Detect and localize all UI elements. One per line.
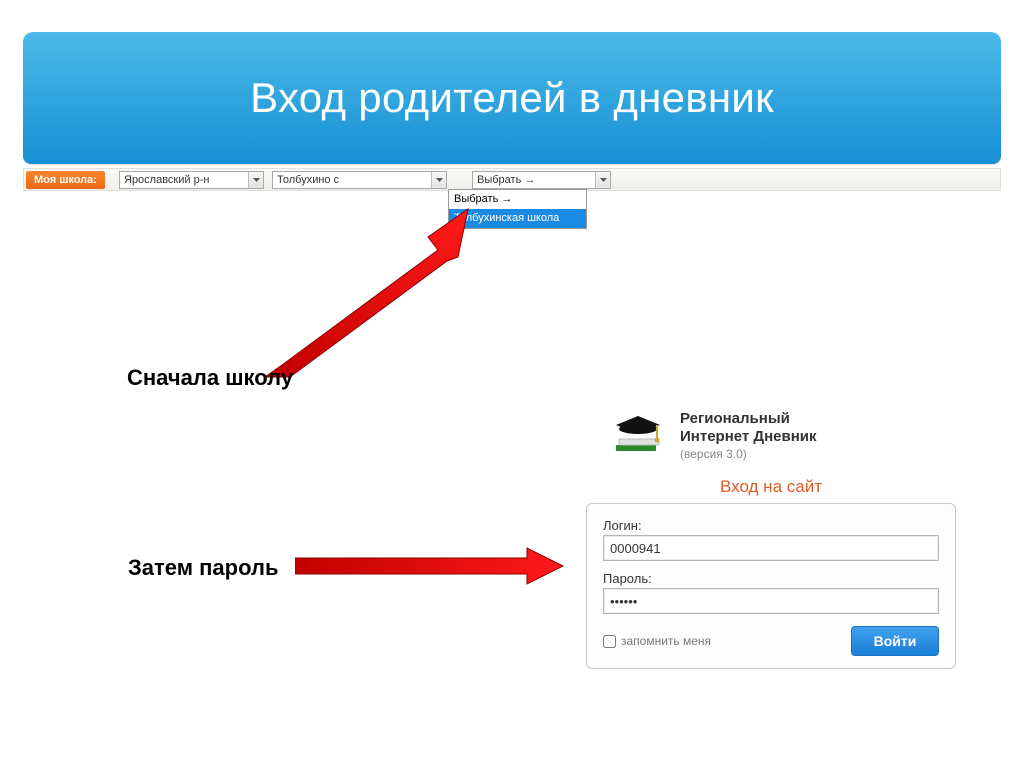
remember-me[interactable]: запомнить меня [603,634,711,648]
remember-me-label: запомнить меня [621,634,711,648]
login-button[interactable]: Войти [851,626,939,656]
password-label: Пароль: [603,571,939,586]
school-selector-bar: Моя школа: Ярославский р-н Толбухино с В… [23,168,1001,191]
chevron-down-icon [431,172,446,188]
login-input[interactable] [603,535,939,561]
remember-me-checkbox[interactable] [603,635,616,648]
region-dropdown[interactable]: Ярославский р-н [119,171,264,189]
annotation-then-password: Затем пароль [128,555,278,581]
arrow-right-icon [295,546,565,586]
brand-version: (версия 3.0) [680,447,747,461]
region-dropdown-value: Ярославский р-н [124,174,209,186]
my-school-badge: Моя школа: [26,171,105,189]
login-title: Вход на сайт [586,477,956,497]
brand-line2: Интернет Дневник [680,428,817,445]
locality-dropdown-value: Толбухино с [277,174,339,186]
school-dropdown[interactable]: Выбрать → [472,171,611,189]
brand-line1: Региональный [680,410,790,427]
chevron-down-icon [248,172,263,188]
brand-block: Региональный Интернет Дневник (версия 3.… [610,406,990,466]
arrow-up-right-icon [260,205,470,380]
locality-dropdown[interactable]: Толбухино с [272,171,447,189]
login-panel: Вход на сайт Логин: Пароль: запомнить ме… [586,477,956,669]
annotation-school-first: Сначала школу [127,365,293,391]
graduation-cap-books-icon [610,413,668,461]
header-banner: Вход родителей в дневник [23,32,1001,164]
chevron-down-icon [595,172,610,188]
school-dropdown-value: Выбрать → [477,174,535,186]
password-input[interactable] [603,588,939,614]
page-title: Вход родителей в дневник [23,32,1001,164]
login-label: Логин: [603,518,939,533]
login-form: Логин: Пароль: запомнить меня Войти [586,503,956,669]
